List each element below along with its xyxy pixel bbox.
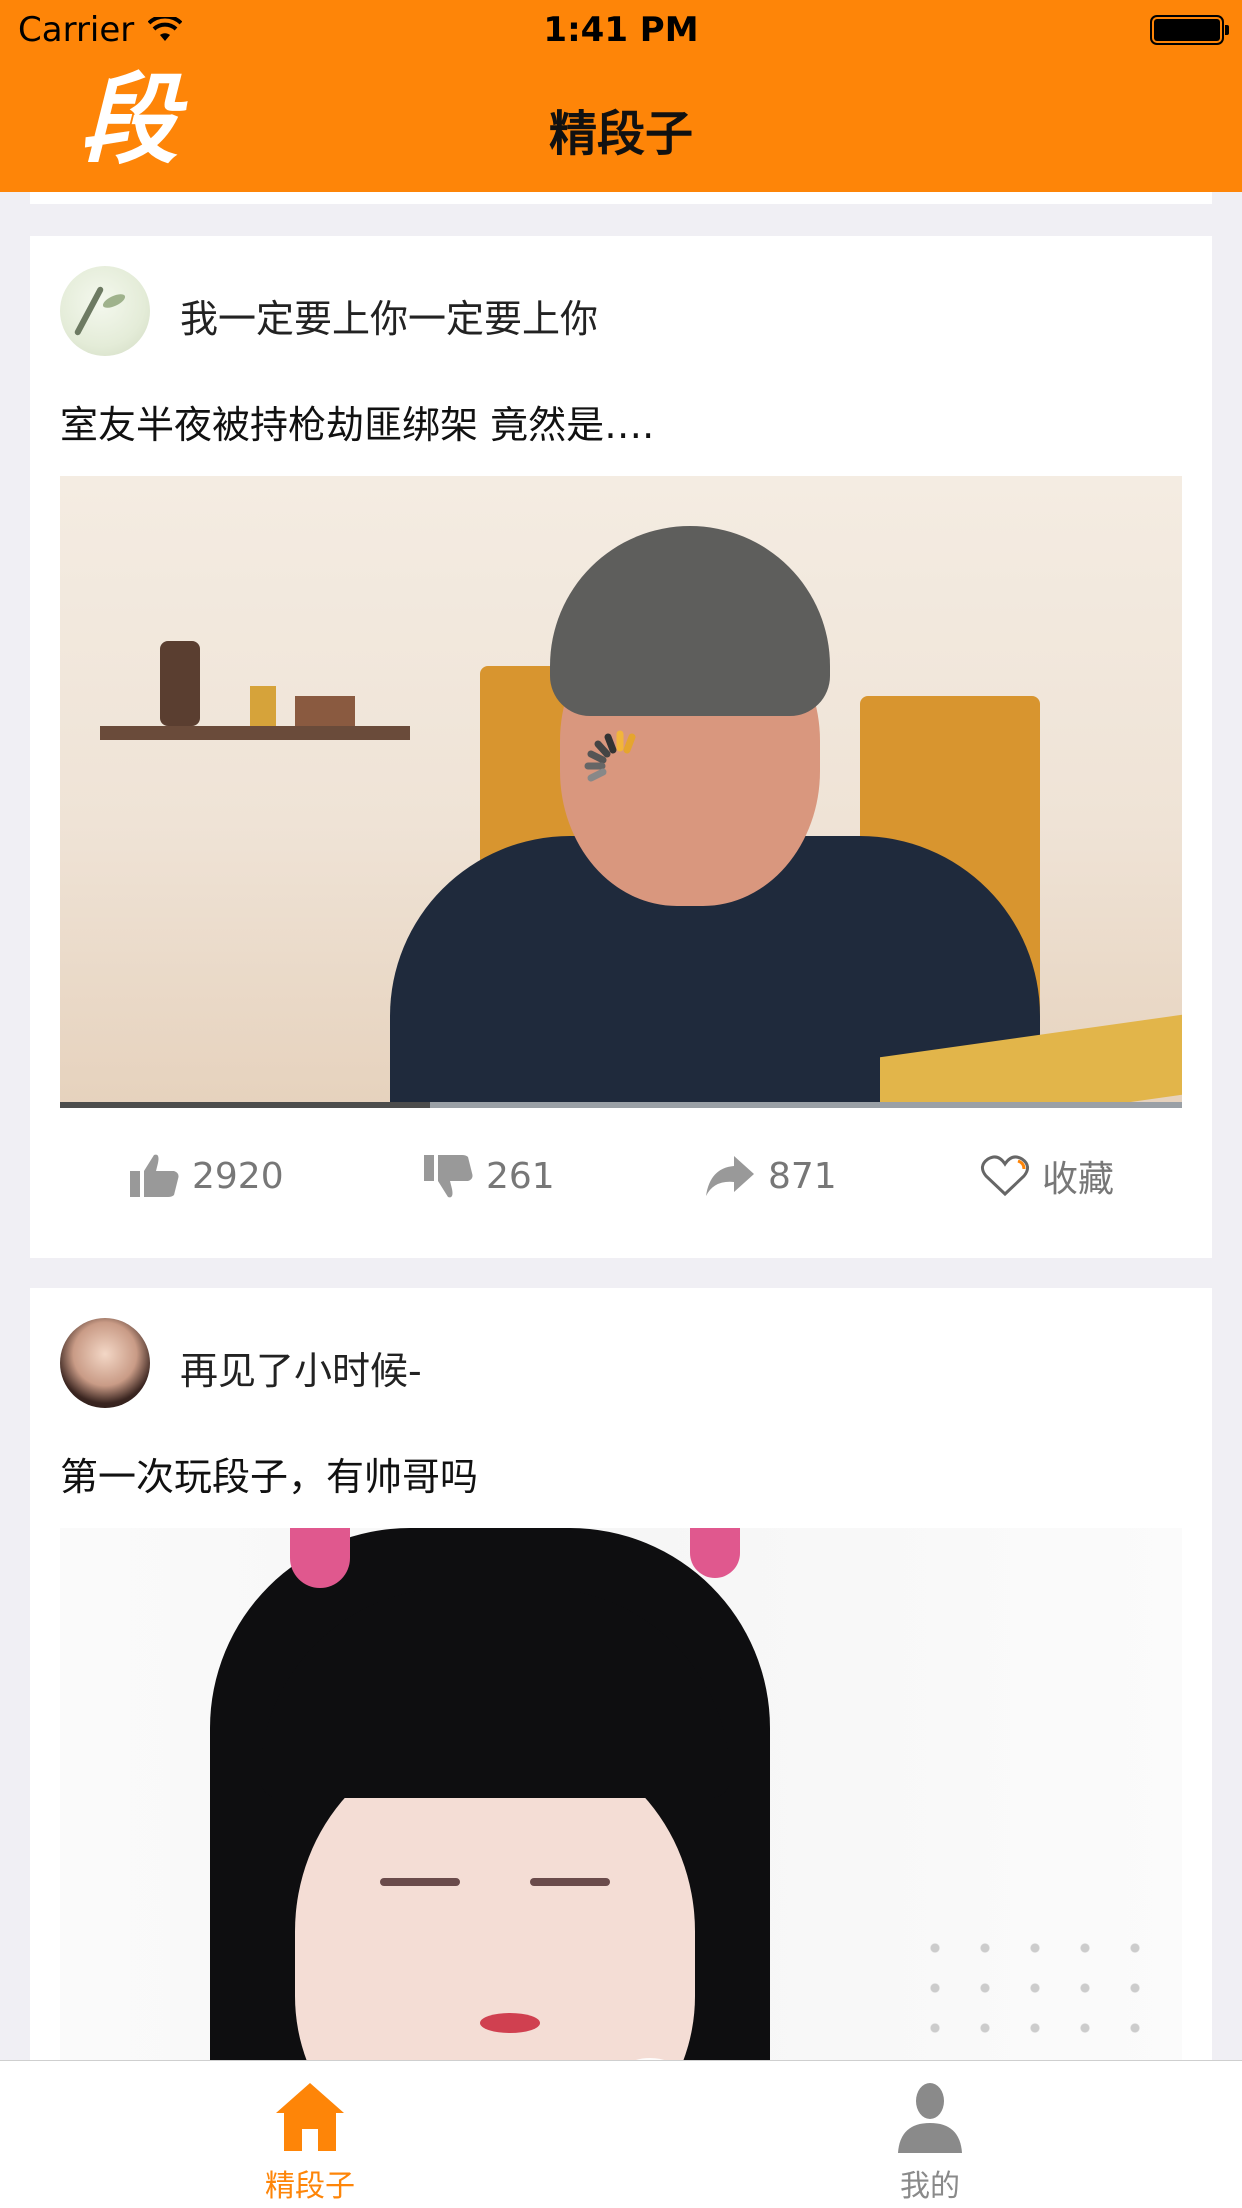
status-time: 1:41 PM [543,10,699,50]
post-text: 室友半夜被持枪劫匪绑架 竟然是…. [60,403,655,447]
status-bar: Carrier 1:41 PM [0,0,1242,60]
post-text: 第一次玩段子，有帅哥吗 [60,1455,479,1499]
post-username[interactable]: 我一定要上你一定要上你 [180,288,598,343]
previous-card-edge [30,192,1212,204]
like-count: 2920 [192,1155,284,1197]
favorite-button[interactable]: 收藏 [980,1136,1114,1216]
thumbs-down-icon [424,1155,473,1198]
share-arrow-icon [706,1156,754,1196]
heart-icon [981,1155,1029,1197]
post-video[interactable] [60,476,1182,1108]
battery-icon [1150,15,1229,45]
tab-home[interactable]: 精段子 [210,2079,410,2205]
video-progress-fill [60,1102,431,1108]
person-icon [898,2083,962,2153]
post-actions: 2920 261 871 收藏 [30,1136,1212,1216]
share-count: 871 [768,1155,837,1197]
loading-spinner-icon [584,730,636,782]
dislike-count: 261 [486,1155,555,1197]
tab-bar: 精段子 我的 [0,2060,1242,2208]
tab-mine-label: 我的 [900,2169,960,2204]
tab-mine[interactable]: 我的 [830,2079,1030,2205]
avatar[interactable] [60,266,150,356]
post-username[interactable]: 再见了小时候- [180,1340,422,1395]
page-title: 精段子 [548,106,693,162]
share-button[interactable]: 871 [704,1136,837,1216]
like-button[interactable]: 2920 [128,1136,284,1216]
post-video[interactable] [60,1528,1182,2088]
favorite-label: 收藏 [1042,1159,1115,1200]
video-progress-bar[interactable] [60,1102,1182,1108]
home-icon [276,2083,344,2151]
tab-home-label: 精段子 [265,2169,355,2204]
thumbs-up-icon [130,1154,179,1197]
avatar[interactable] [60,1318,150,1408]
post-card[interactable]: 我一定要上你一定要上你 室友半夜被持枪劫匪绑架 竟然是…. 2920 261 8… [30,236,1212,1258]
dislike-button[interactable]: 261 [422,1136,555,1216]
nav-bar: Carrier 1:41 PM 段 精段子 [0,0,1242,192]
post-card[interactable]: 再见了小时候- 第一次玩段子，有帅哥吗 [30,1288,1212,2088]
